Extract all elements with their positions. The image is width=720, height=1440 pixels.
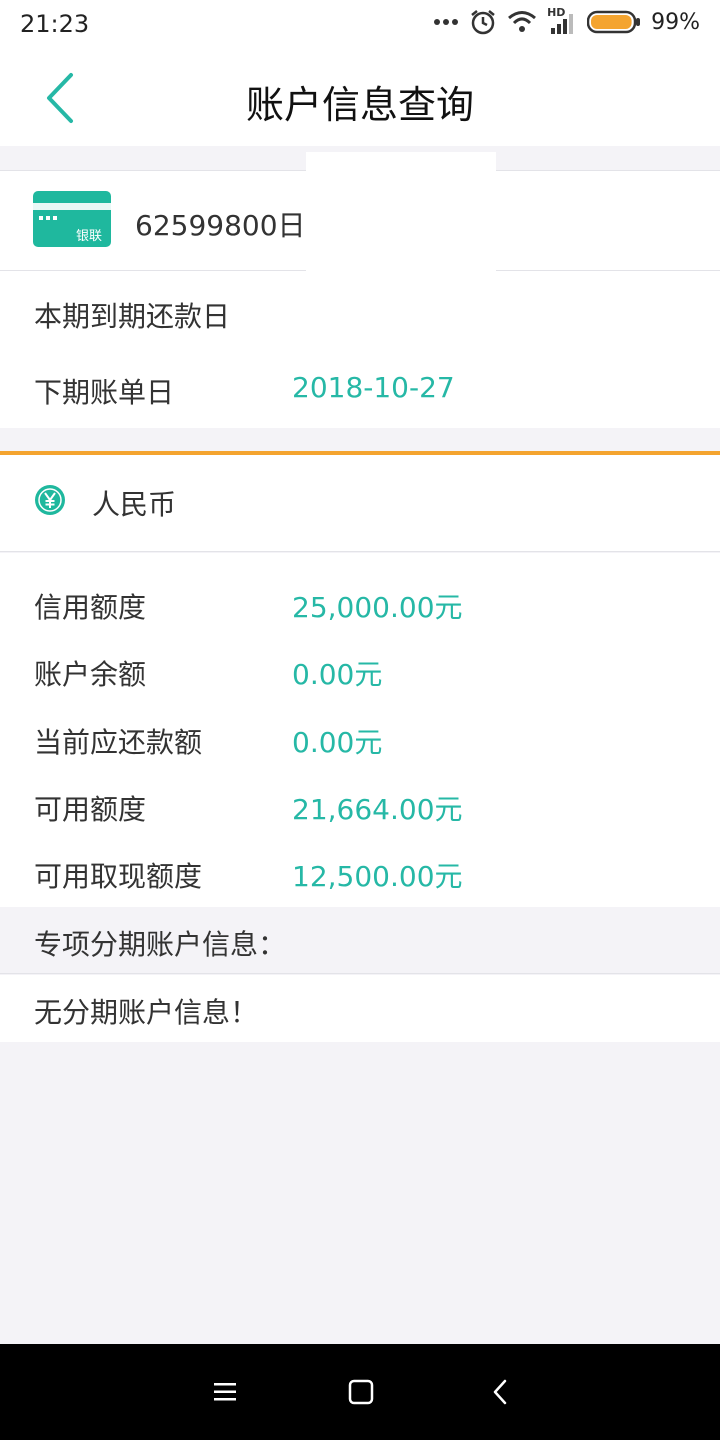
- amount-row: 可用额度 21,664.00元: [0, 771, 720, 841]
- more-dots-icon: [434, 19, 459, 25]
- installment-message: 无分期账户信息！: [34, 996, 259, 1029]
- card-number-digits: 62599800: [135, 209, 278, 242]
- menu-button[interactable]: [205, 1372, 245, 1412]
- amount-row: 当前应还款额 0.00元: [0, 704, 720, 774]
- installment-body: 无分期账户信息！: [0, 975, 720, 1042]
- signal-indicator: HD: [547, 6, 577, 36]
- back-chevron-icon: [493, 1379, 507, 1405]
- bank-card-icon: 银联: [33, 191, 111, 247]
- installment-header: 专项分期账户信息：: [0, 907, 720, 974]
- status-bar: 21:23 HD 99%: [0, 0, 720, 50]
- due-date-label: 本期到期还款日: [34, 300, 231, 333]
- amount-row: 账户余额 0.00元: [0, 637, 720, 707]
- wifi-icon: [508, 11, 537, 32]
- installment-header-text: 专项分期账户信息：: [34, 928, 287, 961]
- statement-date-label: 下期账单日: [34, 376, 175, 409]
- system-back-button[interactable]: [480, 1372, 520, 1412]
- navigation-bar: [0, 1344, 720, 1440]
- home-button[interactable]: [341, 1372, 381, 1412]
- alarm-icon: [471, 10, 495, 35]
- page-title: 账户信息查询: [245, 83, 474, 127]
- amount-value: 0.00元: [292, 726, 383, 759]
- currency-section: 人民币: [0, 455, 720, 552]
- card-brand-label: 银联: [76, 229, 102, 244]
- status-time: 21:23: [20, 10, 90, 38]
- status-icons: HD 99%: [433, 6, 700, 36]
- battery-icon: [587, 10, 641, 34]
- amount-value: 12,500.00元: [292, 860, 463, 893]
- menu-icon: [214, 1383, 236, 1401]
- yen-icon: [35, 485, 65, 515]
- title-bar: 账户信息查询: [0, 50, 720, 146]
- amount-label: 信用额度: [34, 591, 147, 624]
- amount-label: 可用取现额度: [34, 860, 203, 893]
- amount-value: 25,000.00元: [292, 591, 463, 624]
- amount-value: 0.00元: [292, 658, 383, 691]
- amount-row: 可用取现额度 12,500.00元: [0, 839, 720, 909]
- amount-label: 当前应还款额: [34, 726, 203, 759]
- currency-label: 人民币: [92, 488, 177, 521]
- home-square-icon: [348, 1379, 374, 1405]
- amount-label: 账户余额: [34, 658, 147, 691]
- battery-percent: 99%: [651, 9, 700, 35]
- due-date-row: 本期到期还款日: [0, 277, 720, 347]
- signal-bars-icon: [551, 14, 574, 34]
- amounts-section: 信用额度 25,000.00元 账户余额 0.00元 当前应还款额 0.00元 …: [0, 553, 720, 907]
- card-number-suffix: 日: [277, 209, 306, 242]
- statement-date-row: 下期账单日 2018-10-27: [0, 355, 720, 425]
- amount-value: 21,664.00元: [292, 793, 463, 826]
- card-number: 62599800日: [135, 204, 306, 244]
- statement-date-value: 2018-10-27: [292, 371, 455, 404]
- redaction-mask: [306, 152, 496, 276]
- amount-label: 可用额度: [34, 793, 147, 826]
- amount-row: 信用额度 25,000.00元: [0, 569, 720, 639]
